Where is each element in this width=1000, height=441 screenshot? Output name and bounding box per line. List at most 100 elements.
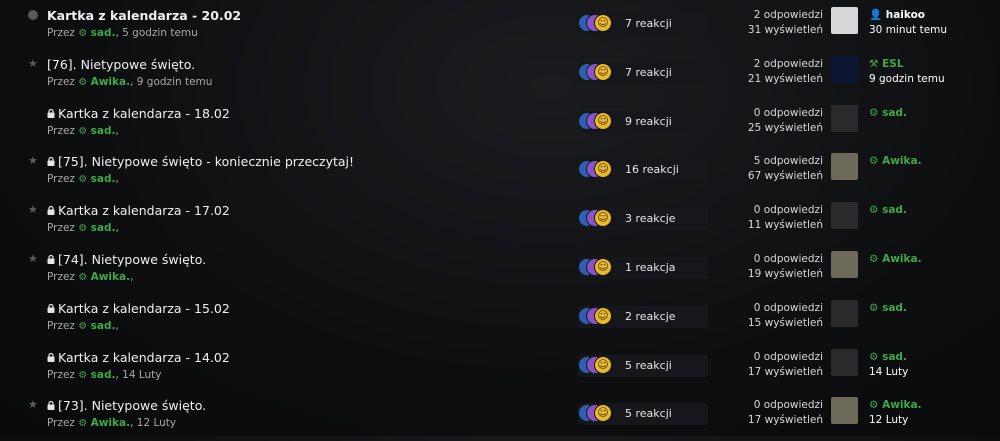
last-poster-name[interactable]: Awika. <box>882 155 921 167</box>
gear-icon: ⚙ <box>78 77 88 88</box>
last-poster-name[interactable]: Awika. <box>882 253 921 265</box>
reactions-count: 5 reakcji <box>625 407 672 420</box>
topic-row[interactable]: ★ [73]. Nietypowe święto. Przez ⚙ Awika.… <box>0 393 1000 441</box>
topic-title-text[interactable]: Kartka z kalendarza - 15.02 <box>58 301 230 316</box>
last-poster-name[interactable]: ESL <box>882 58 903 70</box>
last-poster-link[interactable]: ⚙ Awika. <box>869 154 922 169</box>
last-poster-name[interactable]: sad. <box>882 351 907 363</box>
haha-reaction-icon: ☺ <box>594 404 612 422</box>
gear-icon: ⚙ <box>869 155 879 167</box>
author-link[interactable]: sad. <box>91 173 116 185</box>
star-icon[interactable]: ★ <box>28 399 38 410</box>
topic-title[interactable]: [76]. Nietypowe święto. <box>47 57 195 72</box>
gear-icon: ⚙ <box>78 174 88 185</box>
author-link[interactable]: sad. <box>91 320 116 332</box>
topic-title[interactable]: Kartka z kalendarza - 15.02 <box>47 301 230 316</box>
topic-row[interactable]: ★ Kartka z kalendarza - 17.02 Przez ⚙ sa… <box>0 198 1000 246</box>
last-poster-avatar[interactable] <box>831 202 858 229</box>
views-count: 21 wyświetleń <box>747 73 823 85</box>
topic-title-text[interactable]: [73]. Nietypowe święto. <box>58 398 206 413</box>
topic-title[interactable]: [73]. Nietypowe święto. <box>47 398 206 413</box>
topic-meta: Przez ⚙ sad., <box>47 222 119 234</box>
last-poster-avatar[interactable] <box>831 105 858 132</box>
author-link[interactable]: Awika. <box>91 417 130 429</box>
topic-title-text[interactable]: [76]. Nietypowe święto. <box>47 57 195 72</box>
haha-reaction-icon: ☺ <box>594 63 612 81</box>
star-icon[interactable]: ★ <box>28 253 38 264</box>
author-link[interactable]: Awika. <box>91 271 130 283</box>
topic-title[interactable]: [75]. Nietypowe święto - koniecznie prze… <box>47 154 354 169</box>
author-time: 5 godzin temu <box>122 27 198 39</box>
last-poster-avatar[interactable] <box>831 349 858 376</box>
last-post-info: ⚙ sad. <box>869 301 907 316</box>
last-poster-avatar[interactable] <box>831 7 858 34</box>
last-poster-link[interactable]: ⚒ ESL <box>869 57 945 72</box>
last-poster-avatar[interactable] <box>831 397 858 424</box>
last-poster-link[interactable]: ⚙ Awika. <box>869 398 922 413</box>
author-link[interactable]: sad. <box>91 27 116 39</box>
topic-title[interactable]: Kartka z kalendarza - 17.02 <box>47 203 230 218</box>
reactions-badge[interactable]: ☺ 7 reakcji <box>578 62 708 84</box>
last-post-time: 14 Luty <box>869 366 909 378</box>
last-poster-link[interactable]: ⚙ sad. <box>869 106 907 121</box>
topic-row[interactable]: Kartka z kalendarza - 18.02 Przez ⚙ sad.… <box>0 101 1000 149</box>
last-poster-avatar[interactable] <box>831 251 858 278</box>
last-poster-link[interactable]: 👤 haikoo <box>869 8 947 23</box>
topic-title-text[interactable]: Kartka z kalendarza - 14.02 <box>58 350 230 365</box>
separator: , <box>115 27 119 39</box>
topic-title[interactable]: [74]. Nietypowe święto. <box>47 252 206 267</box>
topic-title[interactable]: Kartka z kalendarza - 20.02 <box>47 8 241 23</box>
topic-row[interactable]: ★ [75]. Nietypowe święto - koniecznie pr… <box>0 149 1000 197</box>
author-link[interactable]: sad. <box>91 125 116 137</box>
lock-icon <box>47 106 56 121</box>
topic-title-text[interactable]: Kartka z kalendarza - 18.02 <box>58 106 230 121</box>
last-poster-name[interactable]: haikoo <box>886 9 925 21</box>
last-poster-avatar[interactable] <box>831 56 858 83</box>
reactions-badge[interactable]: ☺ 1 reakcja <box>578 257 708 279</box>
topic-title-text[interactable]: [75]. Nietypowe święto - koniecznie prze… <box>58 154 354 169</box>
topic-row[interactable]: ★ [76]. Nietypowe święto. Przez ⚙ Awika.… <box>0 52 1000 100</box>
author-link[interactable]: sad. <box>91 222 116 234</box>
reactions-count: 16 reakcji <box>625 163 679 176</box>
reactions-badge[interactable]: ☺ 16 reakcji <box>578 159 708 181</box>
topic-title-text[interactable]: Kartka z kalendarza - 17.02 <box>58 203 230 218</box>
topic-title[interactable]: Kartka z kalendarza - 18.02 <box>47 106 230 121</box>
topic-meta: Przez ⚙ Awika., 9 godzin temu <box>47 76 212 88</box>
last-poster-name[interactable]: Awika. <box>882 399 921 411</box>
last-poster-link[interactable]: ⚙ sad. <box>869 301 907 316</box>
reactions-badge[interactable]: ☺ 7 reakcji <box>578 13 708 35</box>
topic-meta: Przez ⚙ Awika., 12 Luty <box>47 417 176 429</box>
star-icon[interactable]: ★ <box>28 58 38 69</box>
reactions-badge[interactable]: ☺ 9 reakcji <box>578 111 708 133</box>
gear-icon: ⚙ <box>78 223 88 234</box>
author-time: 12 Luty <box>136 417 177 429</box>
reactions-badge[interactable]: ☺ 5 reakcji <box>578 355 708 377</box>
star-icon[interactable]: ★ <box>28 204 38 215</box>
topic-row[interactable]: Kartka z kalendarza - 20.02 Przez ⚙ sad.… <box>0 3 1000 51</box>
last-poster-name[interactable]: sad. <box>882 302 907 314</box>
by-label: Przez <box>47 271 75 283</box>
author-link[interactable]: sad. <box>91 369 116 381</box>
reactions-badge[interactable]: ☺ 5 reakcji <box>578 403 708 425</box>
topic-row[interactable]: ★ [74]. Nietypowe święto. Przez ⚙ Awika.… <box>0 247 1000 295</box>
reactions-badge[interactable]: ☺ 2 reakcje <box>578 306 708 328</box>
reactions-badge[interactable]: ☺ 3 reakcje <box>578 208 708 230</box>
topic-stats: 2 odpowiedzi 31 wyświetleń <box>700 8 823 38</box>
unread-dot-icon[interactable] <box>28 10 38 20</box>
last-poster-link[interactable]: ⚙ sad. <box>869 350 908 365</box>
topic-row[interactable]: Kartka z kalendarza - 14.02 Przez ⚙ sad.… <box>0 345 1000 393</box>
gear-icon: ⚙ <box>78 370 88 381</box>
last-poster-link[interactable]: ⚙ sad. <box>869 203 907 218</box>
topic-title-text[interactable]: [74]. Nietypowe święto. <box>58 252 206 267</box>
topic-title-text[interactable]: Kartka z kalendarza - 20.02 <box>47 8 241 23</box>
last-poster-name[interactable]: sad. <box>882 107 907 119</box>
last-poster-link[interactable]: ⚙ Awika. <box>869 252 922 267</box>
topic-row[interactable]: Kartka z kalendarza - 15.02 Przez ⚙ sad.… <box>0 296 1000 344</box>
last-poster-name[interactable]: sad. <box>882 204 907 216</box>
topic-title[interactable]: Kartka z kalendarza - 14.02 <box>47 350 230 365</box>
last-post-info: ⚙ Awika. <box>869 252 922 267</box>
star-icon[interactable]: ★ <box>28 155 38 166</box>
last-poster-avatar[interactable] <box>831 300 858 327</box>
author-link[interactable]: Awika. <box>91 76 130 88</box>
last-poster-avatar[interactable] <box>831 153 858 180</box>
